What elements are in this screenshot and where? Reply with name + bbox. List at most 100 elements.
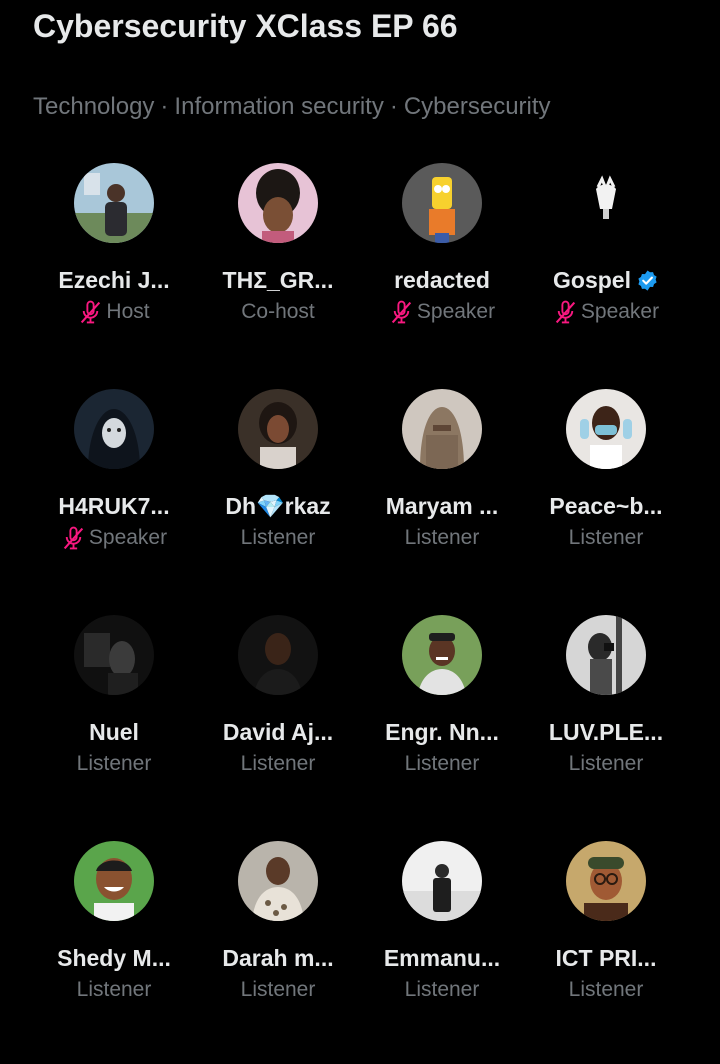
participant-card[interactable]: Peace~b... Listener: [524, 386, 688, 612]
participant-name-row: Gospel: [553, 264, 659, 296]
participant-role-row: Listener: [241, 749, 316, 779]
topic-technology[interactable]: Technology: [33, 93, 154, 120]
participant-role-row: Listener: [405, 749, 480, 779]
participant-role-row: Listener: [405, 523, 480, 553]
participant-role: Listener: [568, 752, 644, 775]
participant-card[interactable]: Maryam ... Listener: [360, 386, 524, 612]
participant-card[interactable]: David Aj... Listener: [196, 612, 360, 838]
participant-name-row: Peace~b...: [549, 490, 662, 522]
avatar[interactable]: [238, 615, 318, 695]
topic-separator: ·: [160, 93, 169, 120]
participant-role: Listener: [240, 526, 316, 549]
avatar[interactable]: [74, 841, 154, 921]
avatar[interactable]: [238, 389, 318, 469]
participant-name: Dh💎rkaz: [225, 493, 331, 519]
topic-cybersecurity[interactable]: Cybersecurity: [404, 93, 551, 120]
participant-role: Listener: [404, 752, 480, 775]
participant-grid: Ezechi J... Host ΤΗΣ_GR... Co-host redacted S…: [32, 160, 688, 1064]
participant-role-row: Speaker: [389, 297, 495, 327]
space-title: Cybersecurity XClass EP 66: [33, 8, 458, 44]
topic-list: Technology · Information security · Cybersec…: [33, 92, 551, 122]
mic-off-icon: [553, 300, 578, 325]
participant-name: redacted: [394, 267, 490, 293]
participant-card[interactable]: H4RUK7... Speaker: [32, 386, 196, 612]
participant-card[interactable]: Darah m... Listener: [196, 838, 360, 1064]
avatar[interactable]: [238, 163, 318, 243]
avatar[interactable]: [402, 389, 482, 469]
participant-name-row: redacted: [394, 264, 490, 296]
participant-role: Co-host: [241, 300, 315, 323]
participant-role: Speaker: [580, 300, 660, 323]
participant-card[interactable]: Shedy M... Listener: [32, 838, 196, 1064]
participant-role: Listener: [568, 526, 644, 549]
participant-card[interactable]: Nuel Listener: [32, 612, 196, 838]
avatar[interactable]: [402, 163, 482, 243]
participant-name: ΤΗΣ_GR...: [222, 267, 334, 293]
participant-name-row: Darah m...: [222, 942, 333, 974]
participant-card[interactable]: Ezechi J... Host: [32, 160, 196, 386]
participant-name-row: Ezechi J...: [58, 264, 169, 296]
avatar[interactable]: [74, 389, 154, 469]
participant-name: Emmanu...: [383, 945, 501, 971]
participant-name: LUV.PLE...: [548, 719, 664, 745]
mic-off-icon: [78, 300, 103, 325]
participant-role-row: Host: [78, 297, 150, 327]
participant-name: David Aj...: [222, 719, 334, 745]
verified-badge-icon: [636, 269, 659, 292]
participant-name-row: Maryam ...: [386, 490, 499, 522]
participant-role-row: Co-host: [241, 297, 315, 327]
participant-name-row: ICT PRI...: [556, 942, 657, 974]
participant-card[interactable]: ICT PRI... Listener: [524, 838, 688, 1064]
participant-name: H4RUK7...: [58, 493, 170, 519]
participant-role: Listener: [240, 978, 316, 1001]
participant-name: Maryam ...: [385, 493, 499, 519]
participant-card[interactable]: ΤΗΣ_GR... Co-host: [196, 160, 360, 386]
participant-name-row: Nuel: [89, 716, 139, 748]
avatar[interactable]: [238, 841, 318, 921]
participant-role: Listener: [240, 752, 316, 775]
participant-name-row: David Aj...: [223, 716, 333, 748]
participant-role: Speaker: [416, 300, 496, 323]
participant-card[interactable]: LUV.PLE... Listener: [524, 612, 688, 838]
participant-role: Listener: [76, 978, 152, 1001]
participant-name-row: Dh💎rkaz: [225, 490, 330, 522]
participant-role: Listener: [76, 752, 152, 775]
participant-name: Peace~b...: [549, 493, 663, 519]
participant-card[interactable]: Emmanu... Listener: [360, 838, 524, 1064]
participant-role: Host: [106, 300, 150, 323]
avatar[interactable]: [402, 615, 482, 695]
participant-name: Gospel: [553, 267, 631, 293]
participant-role-row: Speaker: [61, 523, 167, 553]
participant-name-row: Shedy M...: [57, 942, 171, 974]
avatar[interactable]: [74, 615, 154, 695]
participant-role-row: Listener: [241, 523, 316, 553]
avatar[interactable]: [566, 163, 646, 243]
participant-name: Nuel: [89, 719, 139, 745]
topic-separator: ·: [389, 93, 398, 120]
participant-name-row: Emmanu...: [384, 942, 500, 974]
participant-role-row: Speaker: [553, 297, 659, 327]
avatar[interactable]: [566, 615, 646, 695]
participant-name: Darah m...: [222, 945, 334, 971]
participant-card[interactable]: Dh💎rkaz Listener: [196, 386, 360, 612]
participant-role-row: Listener: [569, 523, 644, 553]
participant-name-row: H4RUK7...: [58, 490, 169, 522]
participant-role-row: Listener: [569, 749, 644, 779]
participant-name: ICT PRI...: [555, 945, 657, 971]
avatar[interactable]: [74, 163, 154, 243]
avatar[interactable]: [402, 841, 482, 921]
participant-role: Speaker: [88, 526, 168, 549]
avatar[interactable]: [566, 841, 646, 921]
participant-name-row: LUV.PLE...: [549, 716, 663, 748]
participant-role: Listener: [568, 978, 644, 1001]
topic-information-security[interactable]: Information security: [174, 93, 383, 120]
participant-name: Engr. Nn...: [385, 719, 499, 745]
participant-card[interactable]: Engr. Nn... Listener: [360, 612, 524, 838]
participant-name: Shedy M...: [57, 945, 171, 971]
avatar[interactable]: [566, 389, 646, 469]
participant-name-row: Engr. Nn...: [385, 716, 499, 748]
participant-name-row: ΤΗΣ_GR...: [223, 264, 334, 296]
mic-off-icon: [61, 526, 86, 551]
participant-card[interactable]: redacted Speaker: [360, 160, 524, 386]
participant-card[interactable]: Gospel Speaker: [524, 160, 688, 386]
